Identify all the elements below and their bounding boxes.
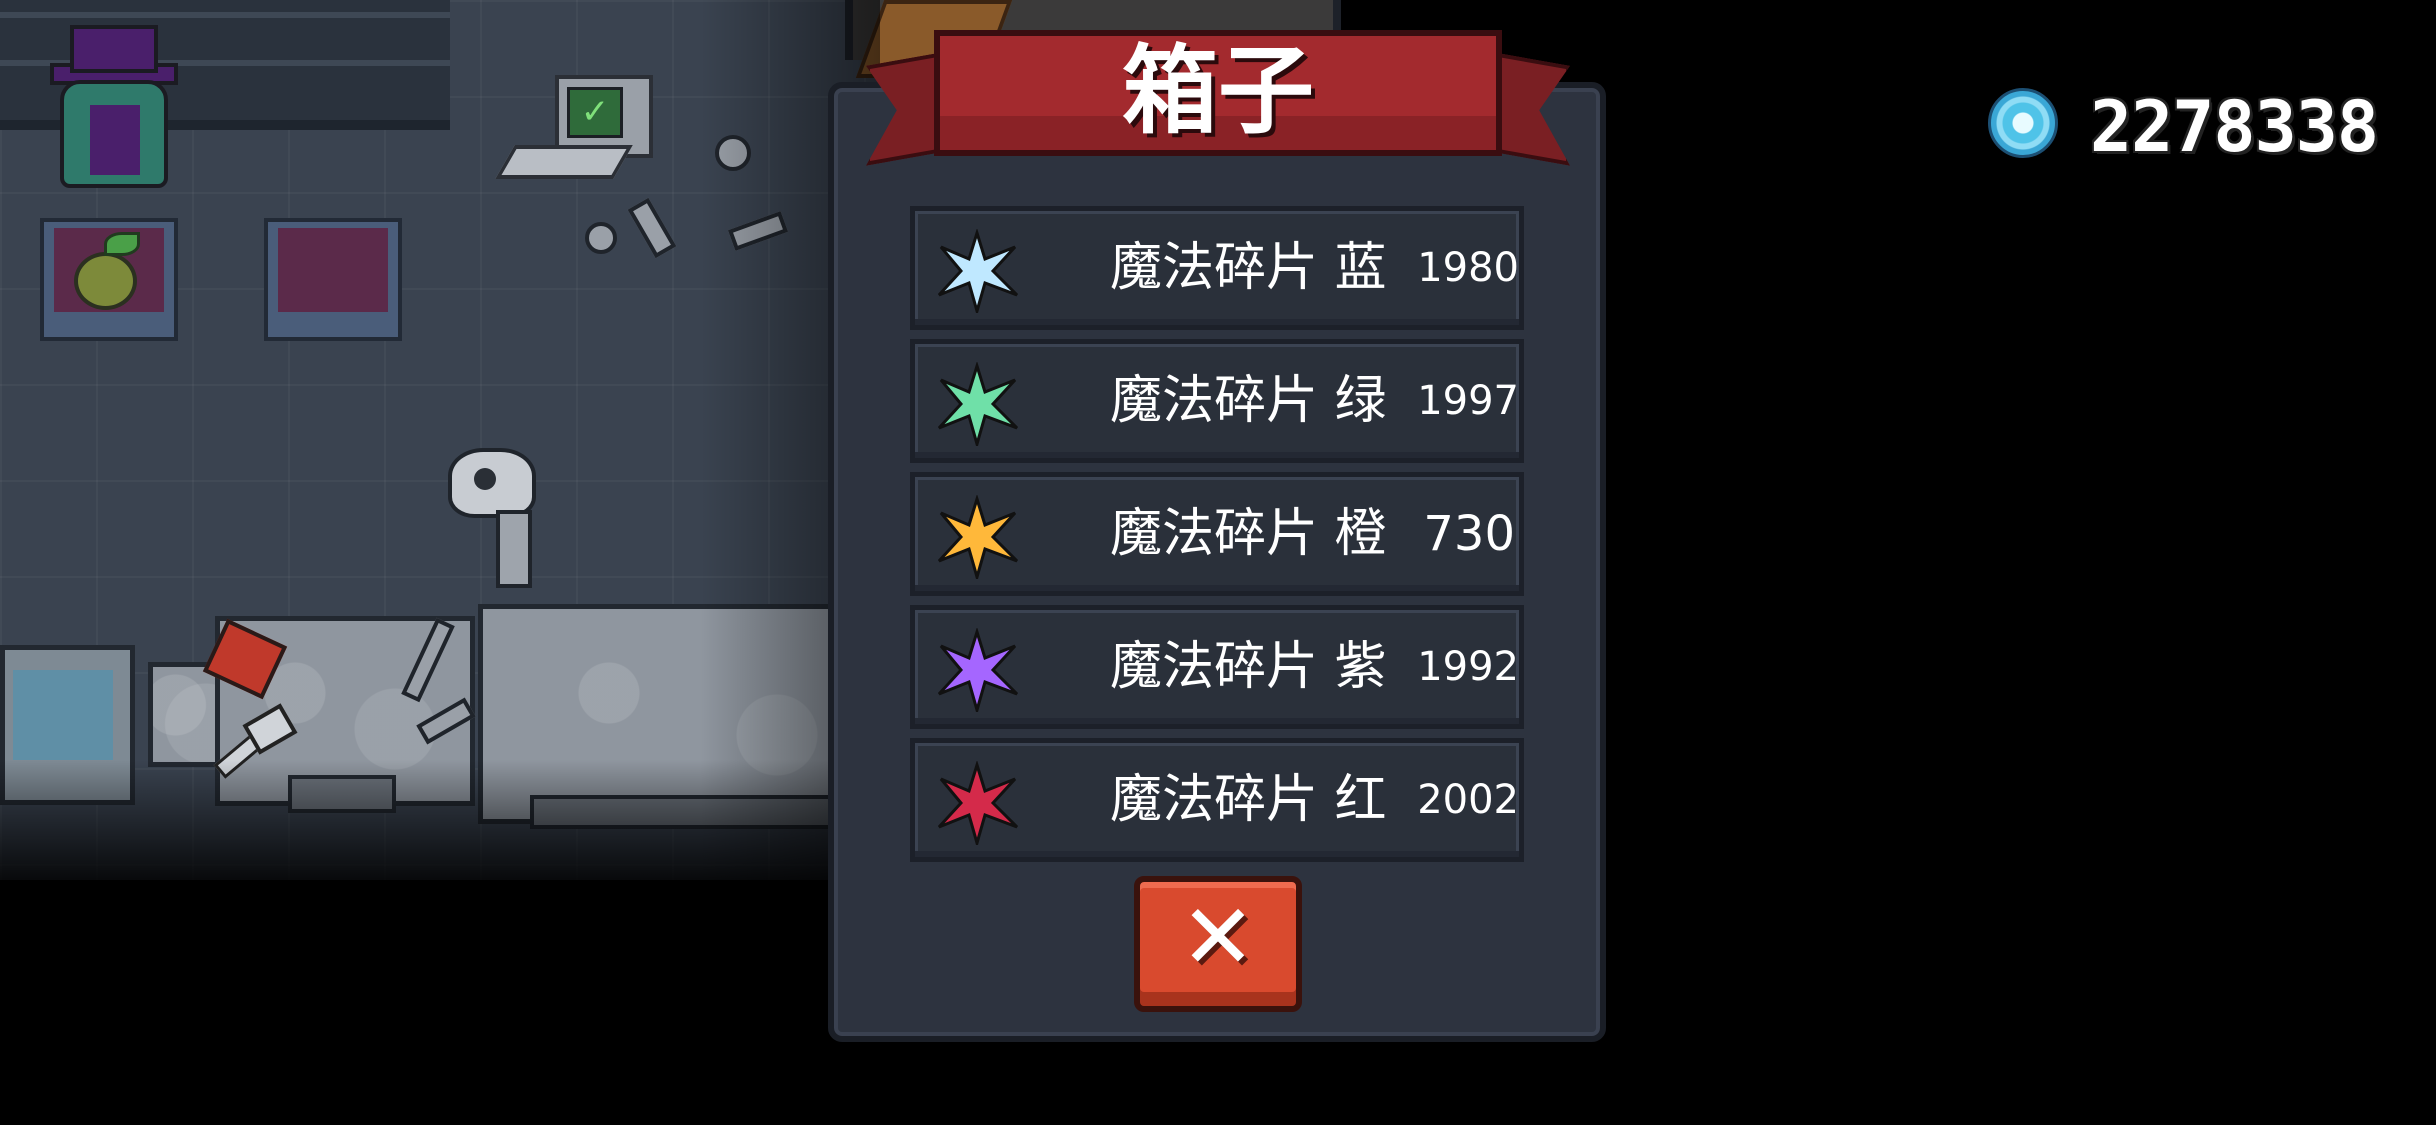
item-name: 魔法碎片 红 (1110, 770, 1387, 830)
close-icon: ✕ (1180, 885, 1256, 990)
item-name: 魔法碎片 橙 (1110, 504, 1387, 564)
item-row-orange-shard[interactable]: 魔法碎片 橙 730 (910, 472, 1524, 596)
dialog-title: 箱子 (1122, 35, 1314, 147)
chest-item-list: 魔法碎片 蓝 1980 魔法碎片 绿 1997 魔法碎片 橙 730 魔法碎片 … (910, 206, 1524, 871)
witch-npc[interactable] (45, 25, 178, 188)
item-count: 1992 (1417, 644, 1519, 690)
gem-icon (1988, 88, 2058, 158)
gem-count: 2278338 (2090, 86, 2379, 168)
magic-shard-purple-icon (937, 628, 1019, 712)
wrench-part (627, 197, 677, 259)
item-row-blue-shard[interactable]: 魔法碎片 蓝 1980 (910, 206, 1524, 330)
magic-shard-blue-icon (937, 229, 1019, 313)
item-name: 魔法碎片 绿 (1110, 371, 1387, 431)
item-name: 魔法碎片 紫 (1110, 637, 1387, 697)
item-count: 1997 (1417, 378, 1519, 424)
item-count: 1980 (1417, 245, 1519, 291)
item-count: 730 (1423, 506, 1515, 562)
checkmark-icon: ✓ (567, 87, 623, 138)
computer-terminal[interactable]: ✓ (495, 75, 655, 195)
magic-shard-red-icon (937, 761, 1019, 845)
skull-robot-npc[interactable] (448, 448, 558, 608)
empty-pedestal[interactable] (264, 218, 402, 341)
magic-shard-green-icon (937, 362, 1019, 446)
item-row-red-shard[interactable]: 魔法碎片 红 2002 (910, 738, 1524, 862)
item-name: 魔法碎片 蓝 (1110, 238, 1387, 298)
close-button[interactable]: ✕ (1134, 876, 1302, 1012)
item-count: 2002 (1417, 777, 1519, 823)
gear-part (585, 222, 617, 254)
seed-icon (74, 252, 137, 310)
item-row-purple-shard[interactable]: 魔法碎片 紫 1992 (910, 605, 1524, 729)
item-row-green-shard[interactable]: 魔法碎片 绿 1997 (910, 339, 1524, 463)
plant-pedestal[interactable] (40, 218, 178, 341)
magic-shard-orange-icon (937, 495, 1019, 579)
